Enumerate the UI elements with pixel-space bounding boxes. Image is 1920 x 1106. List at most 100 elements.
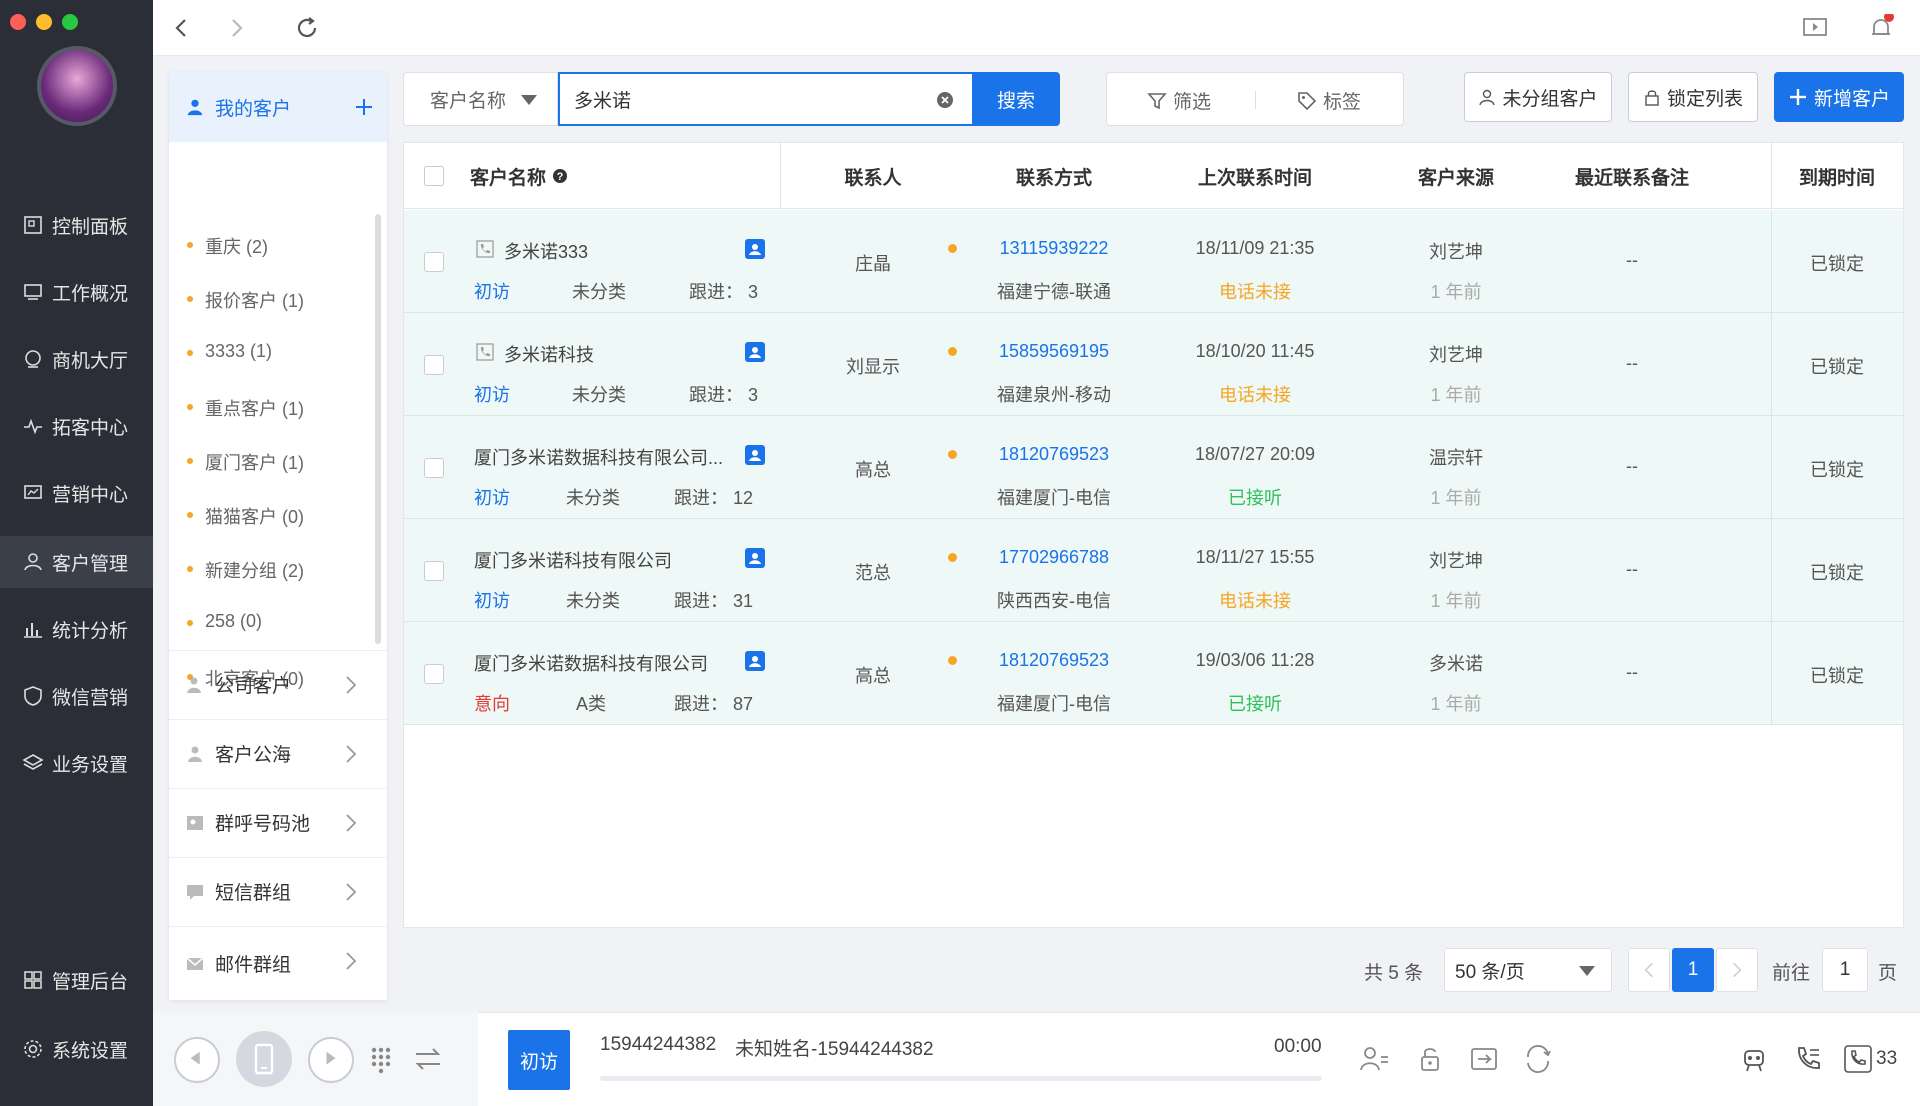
next-call-button[interactable] <box>308 1037 354 1083</box>
customer-name[interactable]: 厦门多米诺数据科技有限公司... <box>474 444 723 470</box>
header-source[interactable]: 客户来源 <box>1368 143 1544 209</box>
callback-icon[interactable] <box>1522 1043 1554 1075</box>
refresh-icon[interactable] <box>293 14 321 42</box>
nav-item-wechat-marketing[interactable]: 微信营销 <box>0 670 153 722</box>
avatar[interactable] <box>37 46 117 126</box>
filter-button[interactable]: 筛选 <box>1147 87 1211 114</box>
tag-button[interactable]: 标签 <box>1297 87 1361 114</box>
call-stage-badge[interactable]: 初访 <box>508 1030 570 1090</box>
search-button[interactable]: 搜索 <box>972 72 1060 126</box>
ungrouped-customers-button[interactable]: 未分组客户 <box>1464 72 1612 122</box>
minimize-window-button[interactable] <box>36 14 52 30</box>
contact-card-icon[interactable] <box>744 547 766 569</box>
nav-item-work-overview[interactable]: 工作概况 <box>0 266 153 318</box>
group-item[interactable]: 重点客户 (1) <box>205 395 304 421</box>
call-log-icon[interactable] <box>1792 1043 1824 1075</box>
group-item[interactable]: 厦门客户 (1) <box>205 449 304 475</box>
header-expire-time[interactable]: 到期时间 <box>1771 143 1903 209</box>
add-customer-button[interactable]: 新增客户 <box>1774 72 1904 122</box>
nav-item-business-settings[interactable]: 业务设置 <box>0 737 153 789</box>
row-checkbox[interactable] <box>424 252 444 272</box>
category-customer-pool[interactable]: 客户公海 <box>169 719 387 787</box>
plus-icon[interactable] <box>353 96 375 118</box>
row-checkbox[interactable] <box>424 458 444 478</box>
nav-item-opportunity-hall[interactable]: 商机大厅 <box>0 333 153 385</box>
phone-number[interactable]: 18120769523 <box>966 444 1142 465</box>
contact-card-icon[interactable] <box>744 341 766 363</box>
nav-item-customer-management[interactable]: 客户管理 <box>0 536 153 588</box>
bell-icon[interactable] <box>1867 14 1895 42</box>
select-all-checkbox[interactable] <box>424 166 444 186</box>
row-checkbox[interactable] <box>424 355 444 375</box>
header-contact-method[interactable]: 联系方式 <box>966 143 1142 209</box>
contact-list-icon[interactable] <box>1358 1043 1390 1075</box>
dashboard-icon <box>24 216 42 234</box>
forward-icon[interactable] <box>223 14 251 42</box>
nav-item-dashboard[interactable]: 控制面板 <box>0 199 153 251</box>
phone-number[interactable]: 15859569195 <box>966 341 1142 362</box>
contact-card-icon[interactable] <box>744 238 766 260</box>
unlock-icon[interactable] <box>1414 1043 1446 1075</box>
nav-item-admin[interactable]: 管理后台 <box>0 954 153 1006</box>
phone-number[interactable]: 17702966788 <box>966 547 1142 568</box>
category-tag: 未分类 <box>572 385 626 405</box>
my-customers-header[interactable]: 我的客户 <box>169 72 387 142</box>
header-last-contact-time[interactable]: 上次联系时间 <box>1142 143 1368 209</box>
call-count[interactable]: 33 <box>1842 1043 1897 1075</box>
prev-call-button[interactable] <box>174 1037 220 1083</box>
search-input[interactable] <box>558 72 974 126</box>
nav-item-statistics[interactable]: 统计分析 <box>0 603 153 655</box>
header-contact[interactable]: 联系人 <box>780 143 966 209</box>
row-checkbox[interactable] <box>424 664 444 684</box>
category-email-group[interactable]: 邮件群组 <box>169 926 387 1000</box>
group-item[interactable]: 报价客户 (1) <box>205 287 304 313</box>
group-item[interactable]: 重庆 (2) <box>205 233 268 259</box>
table-row[interactable]: 多米诺333 初访 未分类 跟进： 3 庄晶 13115939222 福建宁德-… <box>404 210 1903 313</box>
contact-card-icon[interactable] <box>744 444 766 466</box>
row-checkbox[interactable] <box>424 561 444 581</box>
prev-page-button[interactable] <box>1628 948 1670 992</box>
category-sms-group[interactable]: 短信群组 <box>169 857 387 925</box>
swap-icon[interactable] <box>412 1044 444 1074</box>
follow-count: 跟进： 31 <box>674 591 754 611</box>
next-page-button[interactable] <box>1716 948 1758 992</box>
nav-item-system-settings[interactable]: 系统设置 <box>0 1023 153 1075</box>
table-row[interactable]: 厦门多米诺数据科技有限公司 意向 A类 跟进： 87 高总 1812076952… <box>404 622 1903 725</box>
group-scrollbar[interactable] <box>375 214 381 644</box>
group-item[interactable]: 猫猫客户 (0) <box>205 503 304 529</box>
group-item[interactable]: 258 (0) <box>205 611 262 632</box>
header-recent-note[interactable]: 最近联系备注 <box>1544 143 1720 209</box>
header-customer-name[interactable]: 客户名称 ? <box>470 143 568 209</box>
nav-item-prospecting[interactable]: 拓客中心 <box>0 400 153 452</box>
customer-name[interactable]: 厦门多米诺数据科技有限公司 <box>474 650 708 676</box>
phone-number[interactable]: 13115939222 <box>966 238 1142 259</box>
dialpad-icon[interactable] <box>370 1046 392 1074</box>
locked-list-button[interactable]: 锁定列表 <box>1628 72 1758 122</box>
group-item[interactable]: 3333 (1) <box>205 341 272 362</box>
contact-card-icon[interactable] <box>744 650 766 672</box>
goto-page-input[interactable]: 1 <box>1822 948 1868 992</box>
category-group-call-pool[interactable]: 群呼号码池 <box>169 788 387 856</box>
page-number-current[interactable]: 1 <box>1672 948 1714 992</box>
search-field-select[interactable]: 客户名称 <box>403 72 558 126</box>
back-icon[interactable] <box>167 14 195 42</box>
robot-icon[interactable] <box>1738 1043 1770 1075</box>
call-progress-bar[interactable] <box>600 1076 1322 1081</box>
table-row[interactable]: 厦门多米诺科技有限公司 初访 未分类 跟进： 31 范总 17702966788… <box>404 519 1903 622</box>
phone-number[interactable]: 18120769523 <box>966 650 1142 671</box>
customer-name[interactable]: 多米诺333 <box>504 238 588 264</box>
transfer-icon[interactable] <box>1468 1043 1500 1075</box>
customer-name[interactable]: 多米诺科技 <box>504 341 594 367</box>
maximize-window-button[interactable] <box>62 14 78 30</box>
per-page-select[interactable]: 50 条/页 <box>1444 948 1612 992</box>
group-item[interactable]: 新建分组 (2) <box>205 557 304 583</box>
phone-device-button[interactable] <box>236 1031 292 1087</box>
close-window-button[interactable] <box>10 14 26 30</box>
screen-play-icon[interactable] <box>1801 14 1829 42</box>
clear-search-icon[interactable] <box>936 91 954 109</box>
nav-item-marketing[interactable]: 营销中心 <box>0 467 153 519</box>
category-company-customers[interactable]: 公司客户 <box>169 650 387 718</box>
table-row[interactable]: 厦门多米诺数据科技有限公司... 初访 未分类 跟进： 12 高总 181207… <box>404 416 1903 519</box>
customer-name[interactable]: 厦门多米诺科技有限公司 <box>474 547 672 573</box>
table-row[interactable]: 多米诺科技 初访 未分类 跟进： 3 刘显示 15859569195 福建泉州-… <box>404 313 1903 416</box>
